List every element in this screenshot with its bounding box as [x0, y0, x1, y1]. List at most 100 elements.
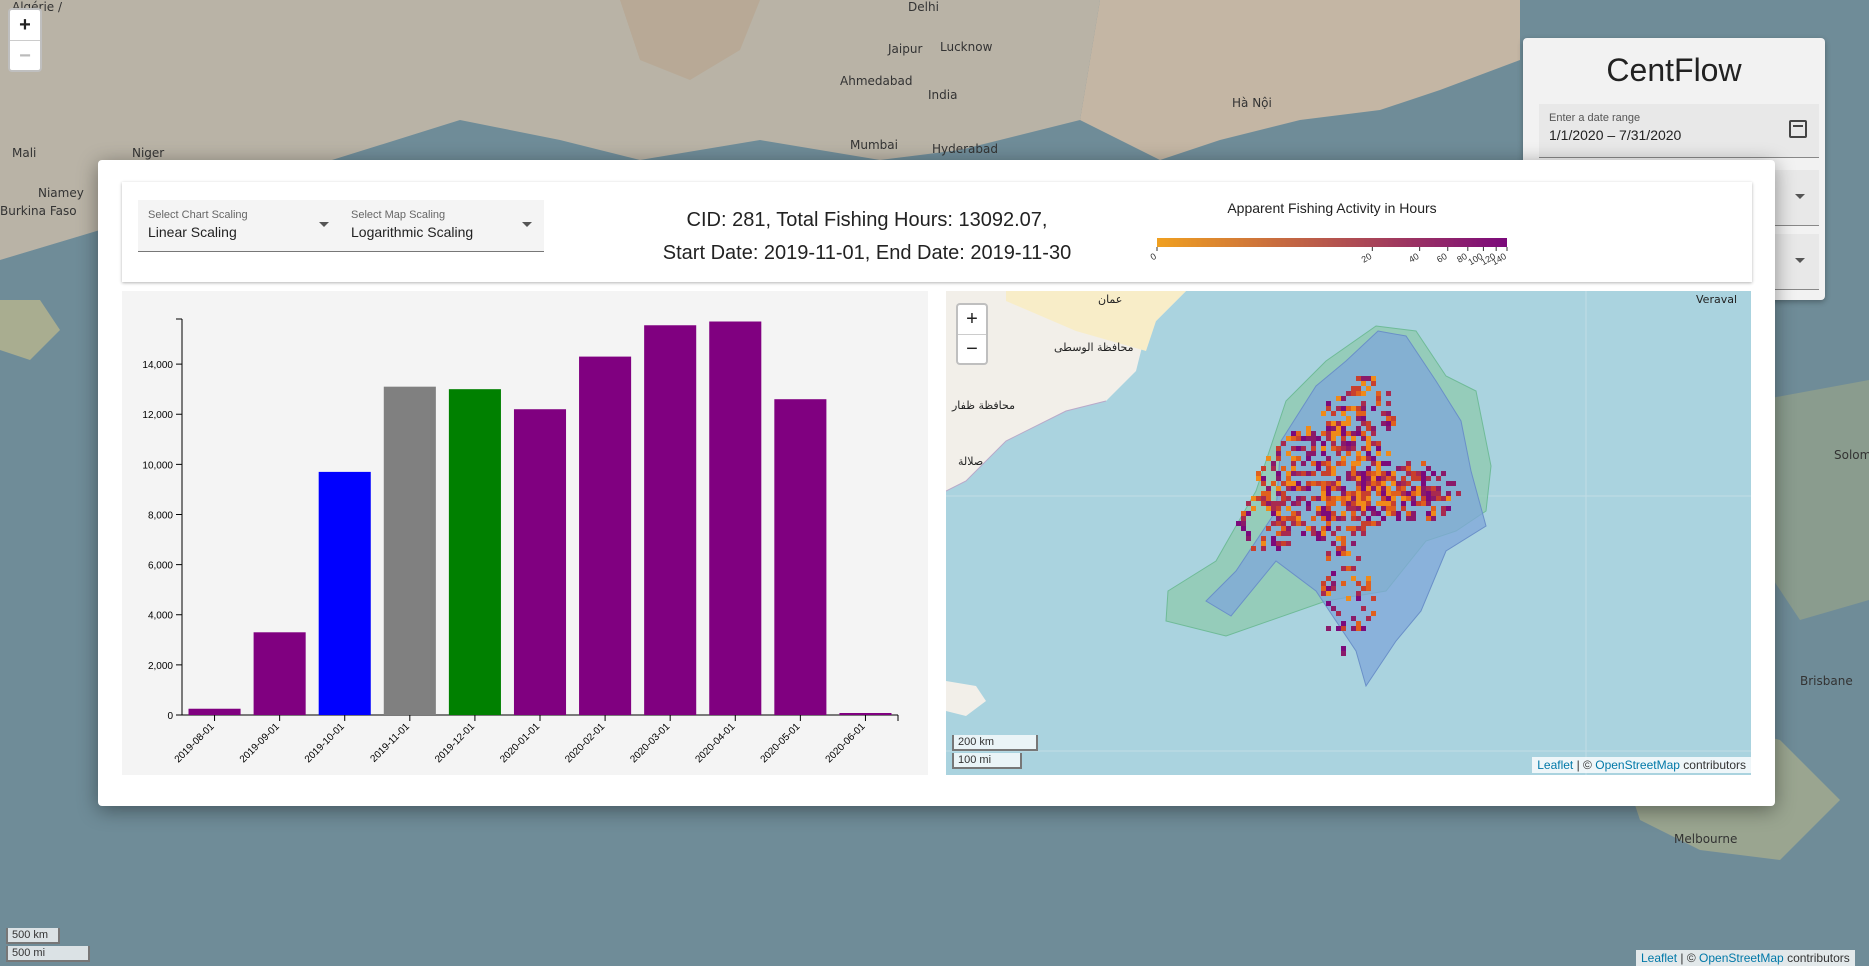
heatmap-cell [1441, 511, 1446, 516]
heatmap-cell [1346, 476, 1351, 481]
bar-2020-03-01[interactable] [644, 325, 697, 715]
heatmap-cell [1351, 516, 1356, 521]
bar-2020-01-01[interactable] [513, 409, 567, 715]
app-title: CentFlow [1606, 52, 1742, 88]
heatmap-cell [1321, 511, 1326, 516]
heatmap-cell [1366, 436, 1371, 441]
heatmap-cell [1311, 436, 1316, 441]
heatmap-cell [1436, 486, 1441, 491]
heatmap-cell [1331, 496, 1336, 501]
heatmap-cell [1356, 491, 1361, 496]
background-zoom-in-button[interactable]: + [10, 10, 40, 40]
heatmap-cell [1356, 581, 1361, 586]
heatmap-cell [1331, 421, 1336, 426]
heatmap-cell [1316, 496, 1321, 501]
heatmap-cell [1286, 526, 1291, 531]
leaflet-link[interactable]: Leaflet [1537, 758, 1573, 772]
heatmap-cell [1281, 491, 1286, 496]
heatmap-cell [1341, 461, 1346, 466]
heatmap-cell [1371, 611, 1376, 616]
y-tick-label: 10,000 [142, 460, 173, 471]
heatmap-cell [1306, 431, 1311, 436]
osm-link[interactable]: OpenStreetMap [1595, 758, 1680, 772]
bar-2019-09-01[interactable] [253, 632, 306, 715]
heatmap-cell [1396, 481, 1401, 486]
heatmap-cell [1331, 586, 1336, 591]
heatmap-cell [1316, 531, 1321, 536]
leaflet-link[interactable]: Leaflet [1641, 951, 1677, 965]
heatmap-cell [1366, 516, 1371, 521]
chart-scaling-select[interactable]: Select Chart Scaling Linear Scaling [138, 200, 341, 252]
heatmap-cell [1346, 406, 1351, 411]
map-place-label: Veraval [1696, 293, 1738, 306]
heatmap-cell [1386, 421, 1391, 426]
heatmap-cell [1301, 486, 1306, 491]
heatmap-cell [1366, 386, 1371, 391]
heatmap-cell [1356, 456, 1361, 461]
heatmap-cell [1411, 501, 1416, 506]
legend-gradient-bar [1157, 238, 1507, 247]
map-place-label: Burkina Faso [0, 204, 77, 218]
heatmap-cell [1346, 551, 1351, 556]
heatmap-cell [1361, 391, 1366, 396]
bar-2020-04-01[interactable] [709, 321, 762, 715]
background-zoom-out-button[interactable]: − [10, 40, 40, 70]
y-tick-label: 4,000 [148, 611, 173, 622]
map-scaling-select[interactable]: Select Map Scaling Logarithmic Scaling [341, 200, 544, 252]
map-place-label: Niamey [38, 186, 84, 200]
heatmap-cell [1326, 431, 1331, 436]
detail-zoom-out-button[interactable]: − [958, 334, 986, 363]
heatmap-cell [1326, 556, 1331, 561]
heatmap-cell [1371, 486, 1376, 491]
heatmap-cell [1296, 471, 1301, 476]
bar-2019-10-01[interactable] [318, 471, 371, 715]
heatmap-cell [1326, 626, 1331, 631]
heatmap-cell [1336, 476, 1341, 481]
heatmap-cell [1396, 511, 1401, 516]
date-range-field[interactable]: Enter a date range 1/1/2020 – 7/31/2020 [1539, 104, 1819, 158]
heatmap-cell [1356, 556, 1361, 561]
calendar-icon[interactable] [1789, 120, 1807, 138]
bar-2019-08-01[interactable] [188, 708, 241, 715]
heatmap-cell [1391, 501, 1396, 506]
heatmap-cell [1271, 541, 1276, 546]
map-place-label: صلالة [958, 455, 984, 468]
bar-2020-05-01[interactable] [774, 399, 827, 715]
date-range-value: 1/1/2020 – 7/31/2020 [1549, 127, 1682, 143]
heatmap-cell [1241, 511, 1246, 516]
bar-2019-12-01[interactable] [448, 389, 501, 715]
heatmap-cell [1236, 521, 1241, 526]
heatmap-cell [1426, 511, 1431, 516]
detail-zoom-in-button[interactable]: + [958, 305, 986, 334]
heatmap-cell [1361, 486, 1366, 491]
detail-map[interactable]: عمان محافظة الوسطى محافظة ظفار صلالة Veraval… [946, 291, 1751, 775]
heatmap-cell [1271, 511, 1276, 516]
heatmap-cell [1316, 511, 1321, 516]
heatmap-cell [1321, 461, 1326, 466]
bar-2019-11-01[interactable] [383, 386, 436, 715]
heatmap-cell [1361, 381, 1366, 386]
heatmap-cell [1246, 536, 1251, 541]
heatmap-cell [1356, 411, 1361, 416]
map-scaling-value: Logarithmic Scaling [351, 224, 474, 240]
heatmap-cell [1426, 496, 1431, 501]
heatmap-cell [1321, 431, 1326, 436]
bar-2020-02-01[interactable] [579, 356, 632, 715]
heatmap-cell [1321, 486, 1326, 491]
heatmap-cell [1361, 436, 1366, 441]
heatmap-cell [1276, 521, 1281, 526]
heatmap-cell [1331, 411, 1336, 416]
heatmap-cell [1341, 411, 1346, 416]
heatmap-cell [1296, 456, 1301, 461]
osm-link[interactable]: OpenStreetMap [1699, 951, 1784, 965]
heatmap-cell [1321, 591, 1326, 596]
heatmap-cell [1326, 511, 1331, 516]
heatmap-cell [1351, 461, 1356, 466]
heatmap-cell [1361, 406, 1366, 411]
heatmap-cell [1421, 496, 1426, 501]
heatmap-cell [1276, 446, 1281, 451]
heatmap-cell [1346, 526, 1351, 531]
heatmap-cell [1401, 491, 1406, 496]
heatmap-cell [1351, 441, 1356, 446]
chevron-down-icon [319, 222, 329, 232]
